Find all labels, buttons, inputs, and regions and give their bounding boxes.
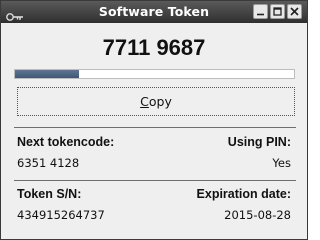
token-serial-label: Token S/N: <box>17 187 82 201</box>
minimize-icon[interactable] <box>253 4 268 19</box>
close-icon[interactable] <box>287 4 302 19</box>
using-pin-value: Yes <box>272 156 291 170</box>
separator <box>14 127 296 128</box>
software-token-window: Software Token 7711 9687 Copy Next token… <box>0 0 308 240</box>
expiration-date-label: Expiration date: <box>196 187 291 201</box>
maximize-icon[interactable] <box>270 4 285 19</box>
using-pin-label: Using PIN: <box>227 135 291 149</box>
token-code: 7711 9687 <box>102 35 206 60</box>
title-bar[interactable]: Software Token <box>1 1 307 23</box>
copy-button[interactable]: Copy <box>17 87 295 116</box>
expiration-date-value: 2015-08-28 <box>224 208 291 222</box>
token-time-progress-bar <box>14 69 295 79</box>
next-tokencode-value: 6351 4128 <box>17 156 80 170</box>
copy-label: opy <box>148 94 172 109</box>
separator <box>14 180 296 181</box>
copy-mnemonic: C <box>140 94 149 109</box>
next-tokencode-label: Next tokencode: <box>17 135 115 149</box>
progress-fill <box>15 70 80 78</box>
token-serial-value: 434915264737 <box>17 208 105 222</box>
